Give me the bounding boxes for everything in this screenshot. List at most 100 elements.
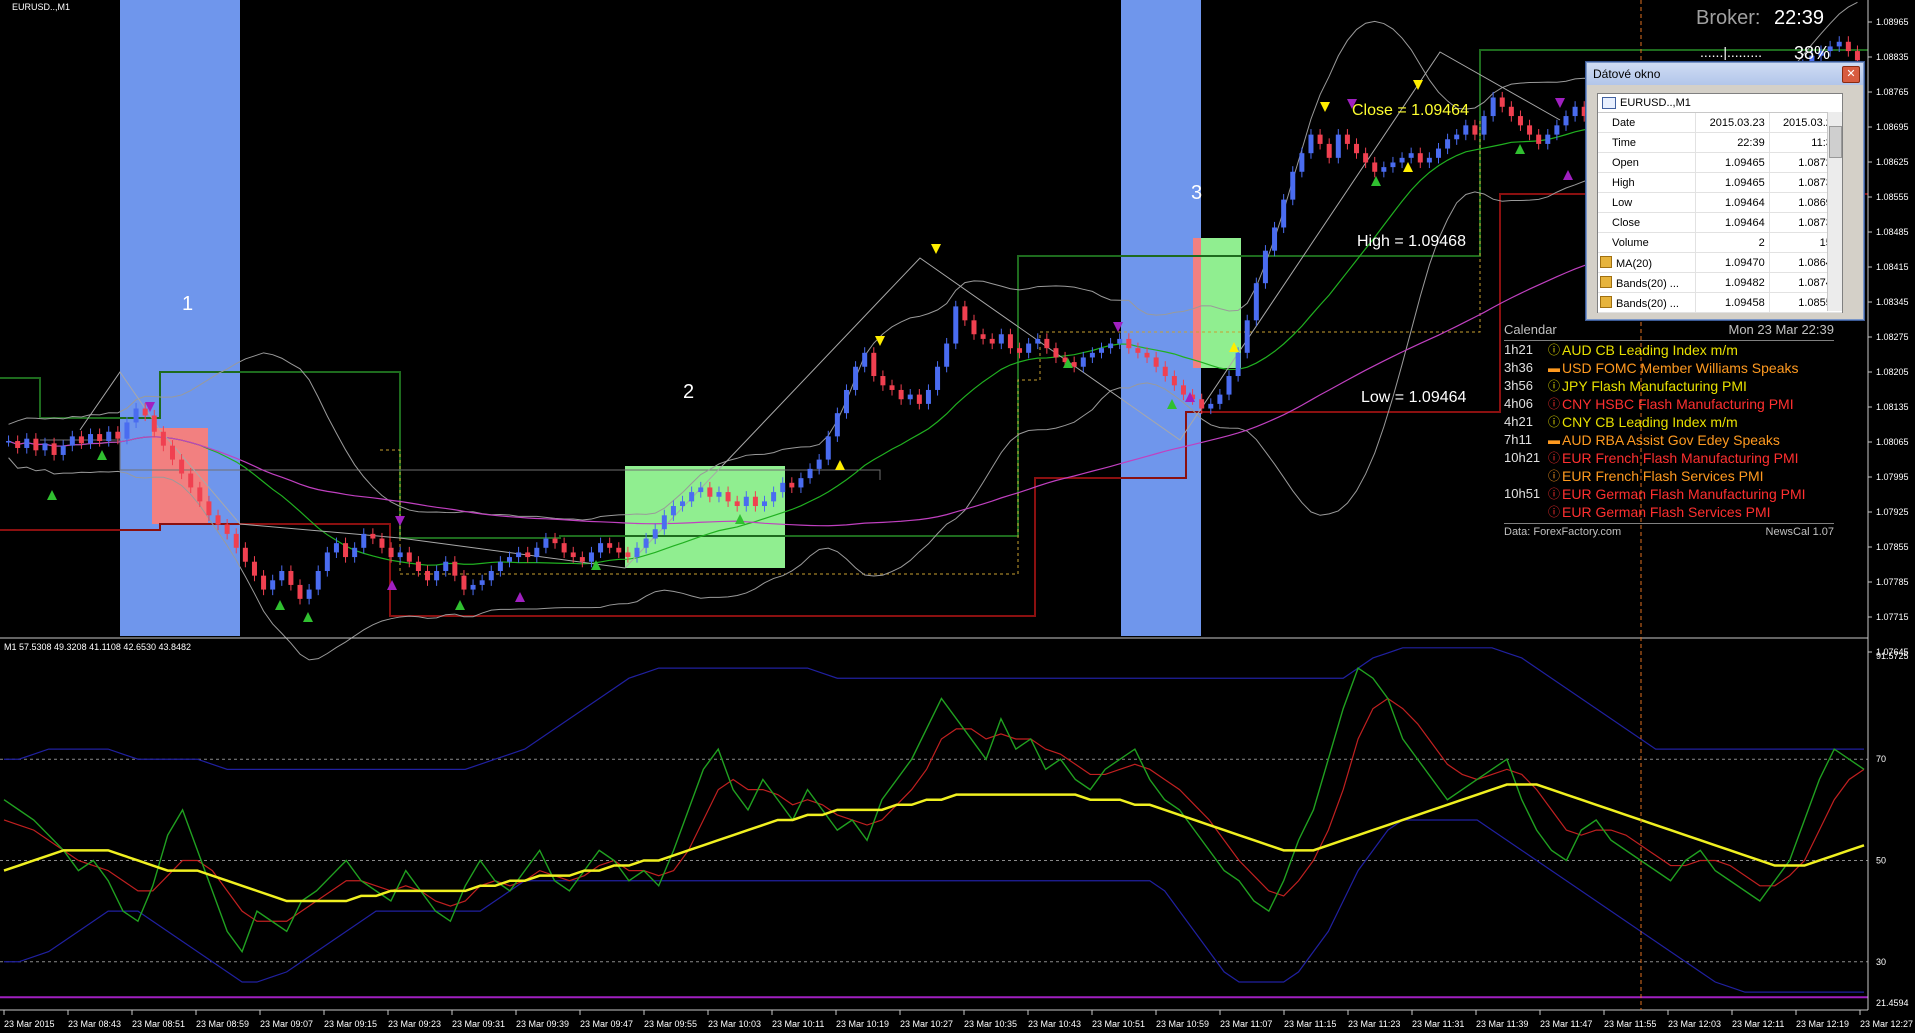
candle-body [1335,134,1341,158]
calendar-event[interactable]: 10h21 ⓘ EUR French Flash Manufacturing PMI [1504,449,1834,467]
candle-body [452,561,458,576]
candle-body [1463,125,1469,135]
time-tick-label: 23 Mar 12:19 [1796,1019,1849,1029]
data-window-field-name: Volume [1612,236,1649,249]
candle-body [634,547,640,558]
candle-body [1144,352,1150,358]
calendar-event[interactable]: ⓘ EUR French Flash Services PMI [1504,467,1834,485]
candle-body [33,438,39,451]
candle-body [251,561,257,576]
candle-body [1317,134,1323,144]
candle-body [42,443,48,451]
price-tick-label: 1.07715 [1876,612,1909,622]
price-tick-label: 1.08835 [1876,52,1909,62]
candle-body [1281,199,1287,228]
candle-body [6,441,12,443]
calendar-event[interactable]: 3h56 ⓘ JPY Flash Manufacturing PMI [1504,377,1834,395]
calendar-event[interactable]: ⓘ EUR German Flash Services PMI [1504,503,1834,521]
speech-icon: ▬ [1548,433,1560,447]
time-tick-label: 23 Mar 11:07 [1220,1019,1272,1029]
candle-body [734,501,740,507]
candle-body [780,482,786,493]
data-window-titlebar[interactable]: Dátové okno ✕ [1587,63,1863,85]
data-window-scrollbar[interactable] [1827,112,1842,311]
candle-body [1435,148,1441,158]
calendar-event[interactable]: 7h11 ▬ AUD RBA Assist Gov Edey Speaks [1504,431,1834,449]
calendar-event[interactable]: 10h51 ⓘ EUR German Flash Manufacturing PMI [1504,485,1834,503]
candle-body [625,552,631,558]
candle-body [1290,171,1296,200]
data-window-value-current: 2 [1695,232,1770,253]
data-window-field-name: Time [1612,136,1637,149]
candle-body [1199,399,1205,409]
zone-3 [1121,0,1201,636]
price-tick-label: 1.08345 [1876,297,1909,307]
candle-body [352,547,358,558]
candle-body [707,487,713,497]
event-time: 4h21 [1504,414,1533,429]
candle-body [425,571,431,581]
candle-body [1554,125,1560,135]
data-window-field: Volume [1598,232,1696,253]
price-tick-label: 1.08695 [1876,122,1909,132]
calendar-date: Mon 23 Mar 22:39 [1728,322,1834,337]
candle-body [1836,41,1842,47]
data-window-value-current: 1.09465 [1695,172,1770,193]
calendar-header: Calendar Mon 23 Mar 22:39 [1504,322,1834,341]
event-time: 3h36 [1504,360,1533,375]
time-tick-label: 23 Mar 10:27 [900,1019,953,1029]
indicator-icon [1600,275,1612,288]
calendar-event[interactable]: 3h36 ▬ USD FOMC Member Williams Speaks [1504,359,1834,377]
time-tick-label: 23 Mar 10:59 [1156,1019,1209,1029]
candle-body [1080,357,1086,367]
data-window-symbol-label: EURUSD..,M1 [1620,97,1691,109]
close-icon[interactable]: ✕ [1842,66,1860,83]
data-window[interactable]: Dátové okno ✕ EURUSD..,M1 Date 2015.03.23… [1586,62,1864,320]
event-time: 10h51 [1504,486,1541,501]
event-title: CNY CB Leading Index m/m [1562,414,1738,430]
calendar-event[interactable]: 4h06 ⓘ CNY HSBC Flash Manufacturing PMI [1504,395,1834,413]
candle-body [1262,250,1268,284]
candle-body [825,436,831,460]
info-icon: ⓘ [1547,487,1560,501]
data-window-value-current: 1.09465 [1695,152,1770,173]
candle-body [24,438,30,448]
candle-body [616,547,622,553]
scrollbar-thumb[interactable] [1829,126,1842,158]
event-title: AUD CB Leading Index m/m [1562,342,1738,358]
event-title: EUR French Flash Services PMI [1562,468,1764,484]
data-window-field-name: Date [1612,116,1636,129]
data-window-row: Time 22:39 11:31 [1598,132,1842,153]
candle-body [1517,116,1523,126]
oscillator-axis-label: 91.5725 [1876,651,1909,661]
data-window-field-name: Close [1612,216,1641,229]
event-time: 4h06 [1504,396,1533,411]
candle-body [324,552,330,572]
data-window-value-current: 2015.03.23 [1695,113,1770,133]
symbol-title: EURUSD..,M1 [12,2,70,12]
candle-body [1354,143,1360,154]
calendar-event[interactable]: 4h21 ⓘ CNY CB Leading Index m/m [1504,413,1834,431]
candle-body [97,434,103,442]
candle-body [479,580,485,585]
candle-body [1572,106,1578,117]
price-tick-label: 1.07925 [1876,507,1909,517]
candle-body [179,459,185,474]
event-title: JPY Flash Manufacturing PMI [1562,378,1747,394]
calendar-event[interactable]: 1h21 ⓘ AUD CB Leading Index m/m [1504,341,1834,359]
candle-body [1481,116,1487,135]
candle-body [980,334,986,339]
candle-body [925,389,931,404]
price-tick-label: 1.08415 [1876,262,1909,272]
candle-body [15,441,21,448]
indicator-icon [1600,255,1612,268]
candle-body [889,385,895,390]
candle-body [971,320,977,335]
data-window-field-name: Bands(20) ... [1616,297,1679,310]
candle-body [816,459,822,469]
candle-body [106,431,112,442]
candle-body [370,533,376,539]
candle-body [1098,348,1104,353]
data-window-list: EURUSD..,M1 Date 2015.03.23 2015.03.23 Time… [1597,93,1843,313]
candle-body [1845,41,1851,52]
